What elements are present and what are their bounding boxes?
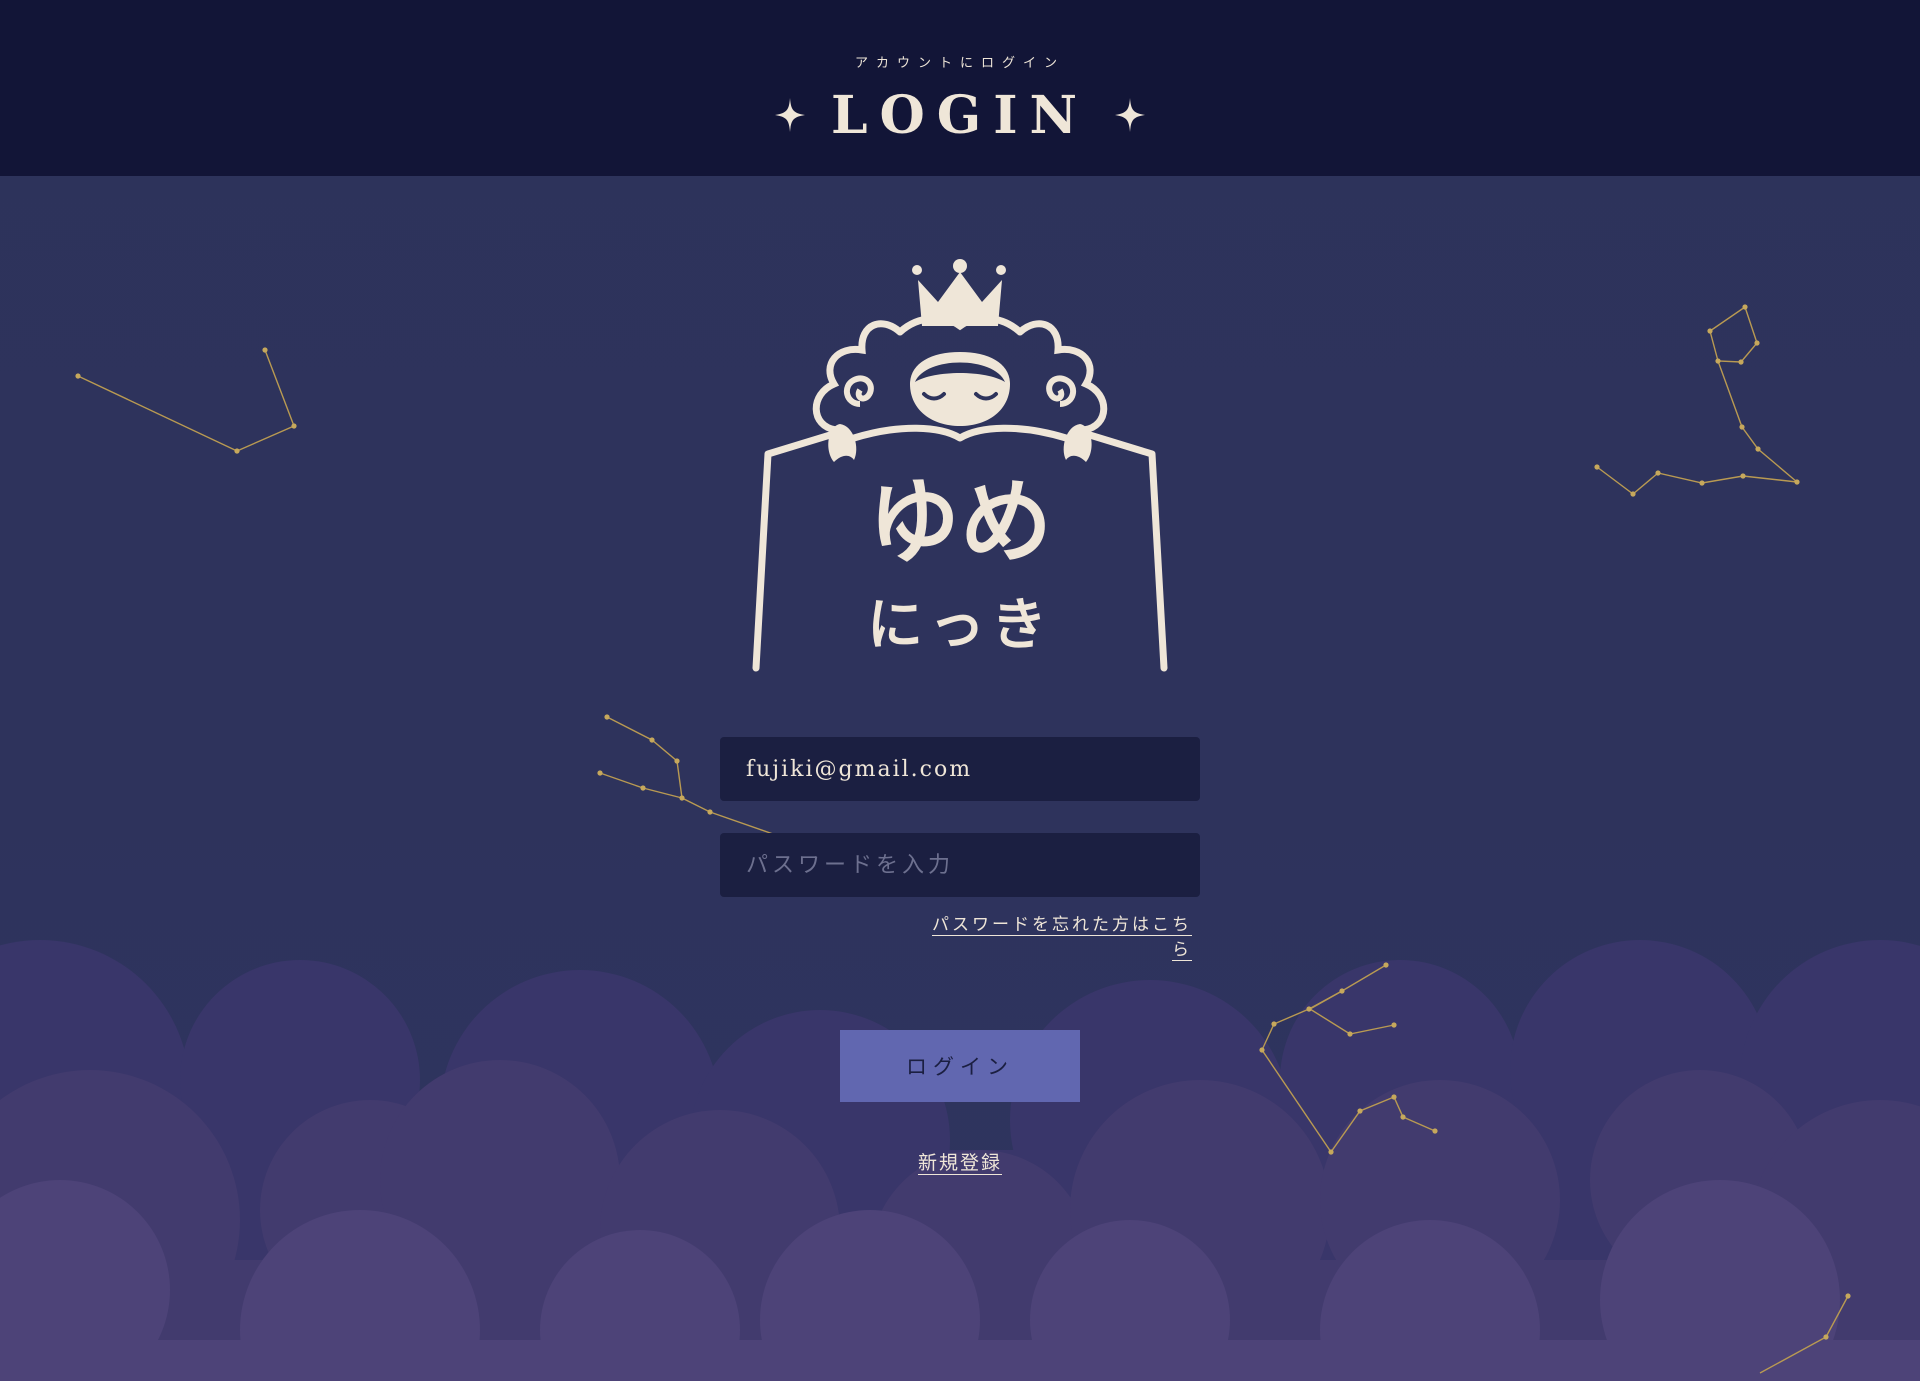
header-bar: アカウントにログイン LOGIN [0, 0, 1920, 176]
sparkle-icon [1115, 98, 1146, 132]
password-field[interactable] [720, 833, 1200, 897]
login-button[interactable]: ログイン [840, 1030, 1080, 1102]
logo-line1: ゆめ [868, 468, 1052, 576]
page-title: LOGIN [830, 84, 1090, 146]
register-link[interactable]: 新規登録 [860, 1148, 1060, 1175]
email-field[interactable] [720, 737, 1200, 801]
header-title-group: LOGIN [0, 80, 1920, 150]
sparkle-icon [774, 98, 805, 132]
crown-jewel [953, 259, 967, 273]
login-page: アカウントにログイン LOGIN ゆめ にっき fujiki@gmail.com… [0, 0, 1920, 1381]
forgot-password-link[interactable]: パスワードを忘れた方はこちら [916, 910, 1192, 960]
logo-line2: にっき [867, 592, 1053, 658]
sheep-princess-logo: ゆめ にっき [752, 259, 1168, 672]
header-subtitle: アカウントにログイン [854, 56, 1065, 71]
